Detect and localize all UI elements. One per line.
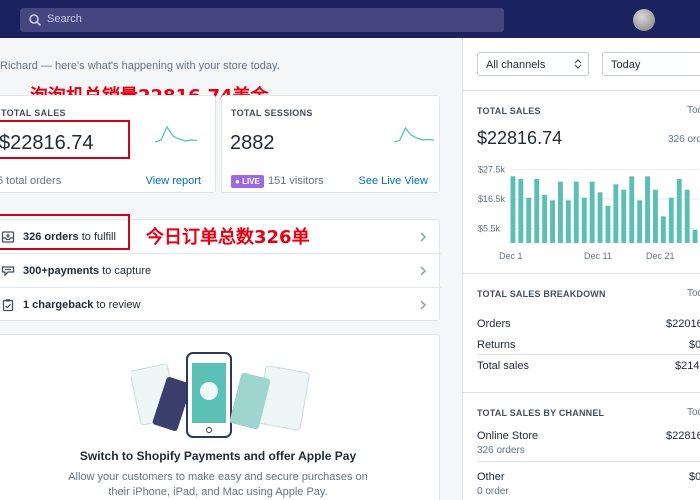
bar [653, 189, 658, 243]
right-sales-date: Tod [687, 105, 700, 116]
by-channel-title: TOTAL SALES BY CHANNEL [477, 408, 605, 418]
visitors-text: 151 visitors [268, 175, 324, 187]
total-sessions-value: 2882 [230, 132, 275, 154]
x-tick-label: Dec 21 [646, 251, 675, 261]
promo-text: Allow your customers to make easy and se… [68, 471, 368, 498]
avatar[interactable] [633, 9, 655, 31]
chevron-right-icon [420, 232, 427, 242]
bar [542, 195, 548, 243]
breakdown-title: TOTAL SALES BREAKDOWN [477, 289, 606, 299]
live-badge: ● LIVE [231, 175, 264, 188]
bar [550, 200, 555, 243]
channel-select[interactable]: All channels [477, 52, 589, 76]
bar [692, 229, 698, 243]
payment-icon [1, 266, 15, 277]
bar [510, 176, 516, 243]
see-live-view-link[interactable]: See Live View [358, 175, 428, 187]
channel-select-value: All channels [486, 59, 546, 71]
promo-title: Switch to Shopify Payments and offer App… [79, 449, 357, 463]
bar [558, 181, 563, 243]
sales-by-channel-section: TOTAL SALES BY CHANNEL Tod Online Store … [463, 392, 700, 500]
greeting-text: Richard — here's what's happening with y… [0, 60, 280, 72]
search-placeholder: Search [47, 13, 82, 25]
bar [597, 192, 603, 243]
channel-orders: 326 orders [477, 445, 525, 456]
clipboard-icon [2, 299, 14, 312]
bar [605, 205, 611, 243]
channel-value: $22816 [666, 430, 700, 442]
bar [526, 197, 532, 243]
total-sessions-card: TOTAL SESSIONS 2882 ● LIVE 151 visitors … [221, 95, 440, 193]
total-sales-label: TOTAL SALES [1, 108, 66, 118]
breakdown-row-label: Returns [477, 339, 516, 351]
view-report-link[interactable]: View report [146, 175, 201, 187]
sales-sparkline [155, 125, 197, 143]
channel-divider [477, 461, 700, 462]
channel-name: Other [477, 471, 505, 483]
date-select[interactable]: Today [602, 52, 700, 76]
live-badge-text: LIVE [242, 177, 260, 186]
apple-pay-promo-card: Switch to Shopify Payments and offer App… [0, 334, 440, 500]
task-row-payments[interactable]: 300+payments to capture [0, 254, 441, 288]
total-orders-text: 5 total orders [0, 175, 62, 187]
bar [629, 176, 635, 243]
orders-annotation: 今日订单总数326单 [146, 227, 310, 248]
bar [613, 184, 619, 243]
bar [589, 181, 595, 243]
bar [684, 189, 690, 243]
task-text-payments: 300+payments to capture [23, 265, 152, 277]
bar [676, 179, 682, 243]
breakdown-divider [477, 354, 700, 355]
channel-orders: 0 order [477, 486, 509, 497]
channel-name: Online Store [477, 430, 539, 442]
date-select-value: Today [611, 59, 641, 71]
bar [637, 200, 643, 243]
right-sales-title: TOTAL SALES [477, 106, 541, 116]
breakdown-row-value: $214 [675, 360, 700, 372]
bar [660, 216, 666, 243]
bar [621, 189, 627, 243]
y-tick-label: $27.5k [478, 165, 506, 175]
sales-bar-chart: $27.5k $16.5k $5.5k Dec 1 Dec 11 Dec 21 [478, 165, 699, 261]
chevron-right-icon [420, 300, 427, 310]
highlight-box-orders [0, 214, 130, 250]
select-arrows-icon [574, 59, 582, 69]
breakdown-row-label: Orders [477, 318, 511, 330]
chevron-right-icon [420, 266, 427, 276]
bar [534, 179, 540, 243]
bar [645, 176, 650, 243]
breakdown-row-value: $22016 [666, 318, 700, 330]
main-column: Richard — here's what's happening with y… [0, 38, 462, 500]
by-channel-date: Tod [687, 407, 700, 418]
breakdown-row-label: Total sales [477, 360, 529, 372]
highlight-box-sales [0, 120, 130, 159]
y-tick-label: $5.5k [478, 223, 501, 233]
apple-pay-illustration [131, 352, 310, 438]
bar [581, 197, 587, 243]
right-sales-orders: 326 ord [668, 134, 700, 145]
search-bar[interactable]: Search [20, 8, 504, 32]
y-tick-label: $16.5k [478, 194, 506, 204]
channel-value: $0 [689, 471, 700, 483]
bar [518, 179, 524, 243]
breakdown-date: Tod [687, 288, 700, 299]
x-tick-label: Dec 11 [584, 251, 612, 261]
total-sales-section: TOTAL SALES Tod $22816.74 326 ord $27.5k… [463, 90, 700, 273]
search-icon [29, 14, 42, 27]
sales-breakdown-section: TOTAL SALES BREAKDOWN Tod Orders $22016 … [463, 273, 700, 380]
analytics-panel: All channels Today TOTAL SALES Tod $2281… [462, 38, 700, 500]
breakdown-row-value: $0 [689, 339, 700, 351]
bar [565, 200, 571, 243]
task-row-chargeback[interactable]: 1 chargeback to review [0, 288, 441, 322]
bar [573, 181, 579, 243]
total-sessions-label: TOTAL SESSIONS [231, 108, 313, 118]
top-bar: Search [0, 0, 700, 38]
right-sales-value: $22816.74 [477, 128, 563, 148]
sessions-sparkline [394, 126, 434, 143]
x-tick-label: Dec 1 [499, 251, 523, 261]
bar [668, 197, 674, 243]
task-text-chargeback: 1 chargeback to review [23, 299, 141, 311]
